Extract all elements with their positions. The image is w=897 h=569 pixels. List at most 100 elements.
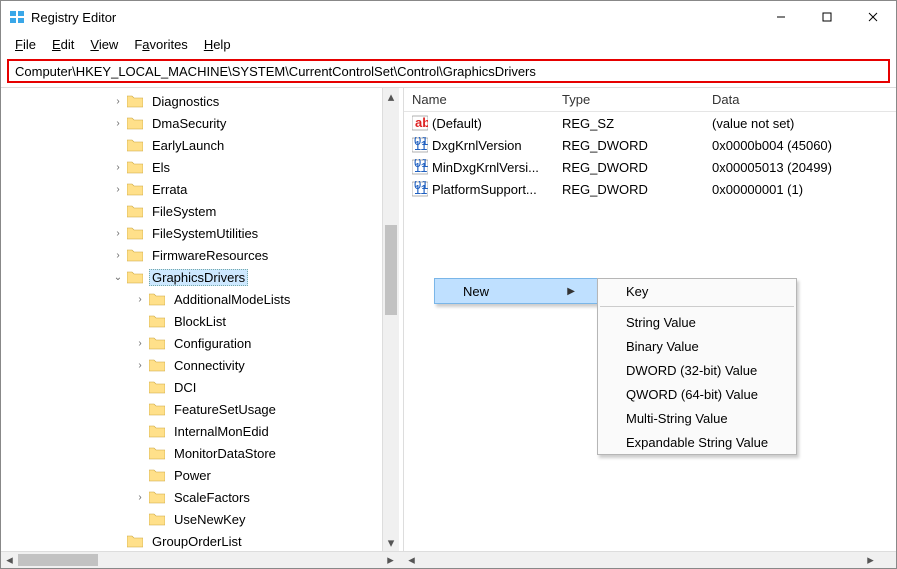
scroll-down-arrow-icon[interactable]: ▾ <box>383 534 399 551</box>
scroll-left-arrow-icon[interactable]: ◂ <box>403 552 420 568</box>
folder-icon <box>127 226 143 240</box>
folder-icon <box>149 424 165 438</box>
tree-item[interactable]: ›FileSystemUtilities <box>1 222 399 244</box>
scroll-thumb[interactable] <box>385 225 397 315</box>
value-row[interactable]: DxgKrnlVersion REG_DWORD0x0000b004 (45060… <box>404 134 896 156</box>
menu-new-multistring[interactable]: Multi-String Value <box>598 406 796 430</box>
menu-new-qword[interactable]: QWORD (64-bit) Value <box>598 382 796 406</box>
tree-item[interactable]: UseNewKey <box>1 508 399 530</box>
chevron-right-icon[interactable]: › <box>111 94 125 108</box>
tree-item[interactable]: ⌄GraphicsDrivers <box>1 266 399 288</box>
expander-placeholder <box>133 402 147 416</box>
tree-item[interactable]: ›Els <box>1 156 399 178</box>
tree-item[interactable]: FeatureSetUsage <box>1 398 399 420</box>
scroll-track[interactable] <box>18 552 382 568</box>
menu-new-binary[interactable]: Binary Value <box>598 334 796 358</box>
tree-horizontal-scrollbar[interactable]: ◂ ▸ <box>1 551 399 568</box>
scroll-up-arrow-icon[interactable]: ▴ <box>383 88 399 105</box>
column-name[interactable]: Name <box>404 88 554 111</box>
tree-item-label: FirmwareResources <box>149 247 271 264</box>
resize-grip[interactable] <box>879 551 896 568</box>
tree-item[interactable]: ›DmaSecurity <box>1 112 399 134</box>
regedit-icon <box>9 9 25 25</box>
value-row[interactable]: (Default)REG_SZ(value not set) <box>404 112 896 134</box>
tree-item[interactable]: › AdditionalModeLists <box>1 288 399 310</box>
chevron-right-icon[interactable]: › <box>111 226 125 240</box>
tree-item-label: AdditionalModeLists <box>171 291 293 308</box>
scroll-thumb[interactable] <box>18 554 98 566</box>
expander-placeholder <box>133 446 147 460</box>
tree-item[interactable]: › ScaleFactors <box>1 486 399 508</box>
tree-item[interactable]: › FirmwareResources <box>1 244 399 266</box>
menu-edit[interactable]: Edit <box>44 35 82 54</box>
tree-item[interactable]: DCI <box>1 376 399 398</box>
tree-item[interactable]: ›Configuration <box>1 332 399 354</box>
chevron-right-icon[interactable]: › <box>111 248 125 262</box>
chevron-right-icon[interactable]: › <box>111 182 125 196</box>
list-horizontal-scrollbar[interactable]: ◂ ▸ <box>403 551 879 568</box>
scroll-left-arrow-icon[interactable]: ◂ <box>1 552 18 568</box>
menu-favorites[interactable]: Favorites <box>126 35 195 54</box>
chevron-right-icon[interactable]: › <box>111 116 125 130</box>
tree-item[interactable]: Power <box>1 464 399 486</box>
expander-placeholder <box>133 424 147 438</box>
tree-vertical-scrollbar[interactable]: ▴ ▾ <box>382 88 399 551</box>
chevron-right-icon[interactable]: › <box>133 358 147 372</box>
minimize-button[interactable] <box>758 1 804 33</box>
folder-icon <box>149 402 165 416</box>
values-list[interactable]: (Default)REG_SZ(value not set)DxgKrnlVer… <box>404 112 896 200</box>
tree-item[interactable]: MonitorDataStore <box>1 442 399 464</box>
registry-tree[interactable]: ›Diagnostics›DmaSecurityEarlyLaunch›Els›… <box>1 88 399 551</box>
tree-item[interactable]: EarlyLaunch <box>1 134 399 156</box>
column-data[interactable]: Data <box>704 88 896 111</box>
chevron-right-icon[interactable]: › <box>111 160 125 174</box>
tree-item[interactable]: InternalMonEdid <box>1 420 399 442</box>
value-row[interactable]: MinDxgKrnlVersi...REG_DWORD0x00005013 (2… <box>404 156 896 178</box>
chevron-right-icon[interactable]: › <box>133 336 147 350</box>
chevron-down-icon[interactable]: ⌄ <box>111 270 125 284</box>
tree-item[interactable]: ›Connectivity <box>1 354 399 376</box>
scroll-track[interactable] <box>383 105 399 534</box>
value-type: REG_DWORD <box>554 138 704 153</box>
tree-item[interactable]: ›Diagnostics <box>1 90 399 112</box>
value-data: 0x0000b004 (45060) <box>704 138 896 153</box>
menu-view[interactable]: View <box>82 35 126 54</box>
scroll-track[interactable] <box>420 552 862 568</box>
menu-new-key[interactable]: Key <box>598 279 796 303</box>
tree-item-label: UseNewKey <box>171 511 249 528</box>
folder-icon <box>127 94 143 108</box>
menu-label: Key <box>626 284 648 299</box>
menu-help[interactable]: Help <box>196 35 239 54</box>
value-name: DxgKrnlVersion <box>432 138 522 153</box>
tree-item[interactable]: GroupOrderList <box>1 530 399 551</box>
menu-new-string[interactable]: String Value <box>598 310 796 334</box>
folder-icon <box>127 160 143 174</box>
menu-new-dword[interactable]: DWORD (32-bit) Value <box>598 358 796 382</box>
menu-file[interactable]: File <box>7 35 44 54</box>
column-type[interactable]: Type <box>554 88 704 111</box>
tree-item-label: EarlyLaunch <box>149 137 227 154</box>
scroll-right-arrow-icon[interactable]: ▸ <box>382 552 399 568</box>
binary-value-icon <box>412 181 428 197</box>
close-button[interactable] <box>850 1 896 33</box>
chevron-right-icon[interactable]: › <box>133 292 147 306</box>
tree-item[interactable]: BlockList <box>1 310 399 332</box>
tree-item-label: Power <box>171 467 214 484</box>
folder-icon <box>127 204 143 218</box>
menu-label: Multi-String Value <box>626 411 728 426</box>
tree-item[interactable]: ›Errata <box>1 178 399 200</box>
menu-new-expandstring[interactable]: Expandable String Value <box>598 430 796 454</box>
tree-item-label: FileSystem <box>149 203 219 220</box>
maximize-button[interactable] <box>804 1 850 33</box>
binary-value-icon <box>412 159 428 175</box>
tree-item[interactable]: FileSystem <box>1 200 399 222</box>
context-menu: New ▶ Key String Value Binary Value DWOR… <box>434 278 598 304</box>
tree-item-label: ScaleFactors <box>171 489 253 506</box>
folder-icon <box>127 534 143 548</box>
value-row[interactable]: PlatformSupport...REG_DWORD0x00000001 (1… <box>404 178 896 200</box>
scroll-right-arrow-icon[interactable]: ▸ <box>862 552 879 568</box>
chevron-right-icon[interactable]: › <box>133 490 147 504</box>
tree-item-label: DCI <box>171 379 199 396</box>
address-input[interactable] <box>15 64 882 79</box>
menu-new[interactable]: New ▶ Key String Value Binary Value DWOR… <box>434 278 598 304</box>
